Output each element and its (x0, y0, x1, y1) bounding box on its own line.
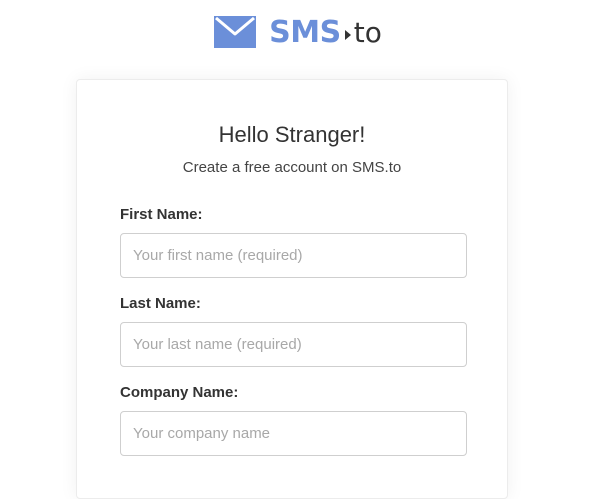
first-name-label: First Name: (120, 206, 203, 223)
logo-inner: SMS to (214, 15, 382, 50)
envelope-icon (214, 16, 257, 48)
logo-brand-text: SMS (269, 14, 341, 50)
page-title: Hello Stranger! (218, 122, 366, 147)
last-name-label: Last Name: (120, 295, 201, 312)
company-name-input[interactable] (120, 411, 467, 456)
page-subtitle: Create a free account on SMS.to (182, 159, 402, 176)
logo-arrow-icon (344, 30, 351, 40)
first-name-input[interactable] (120, 233, 467, 278)
logo-tld-text: to (353, 15, 382, 49)
logo[interactable]: SMS to (0, 0, 610, 70)
company-name-label: Company Name: (120, 384, 239, 401)
last-name-input[interactable] (120, 322, 467, 367)
signup-card: Hello Stranger! Create a free account on… (76, 79, 508, 499)
